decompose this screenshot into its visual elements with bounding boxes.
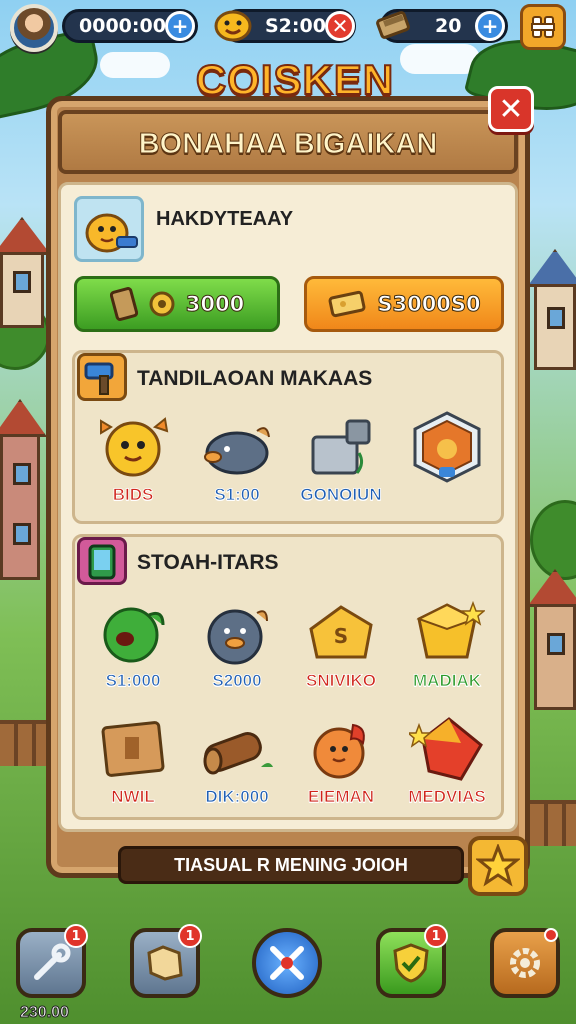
yellow-bird-icon	[95, 413, 171, 481]
add-tickets-button[interactable]: +	[475, 11, 505, 41]
section-second: STOAH-ITARS S1:000 S2000 S SNIVIKO MADIA…	[72, 534, 504, 820]
notification-dot	[544, 928, 558, 942]
item-label: BIDS	[112, 485, 154, 505]
player-avatar[interactable]	[10, 4, 58, 52]
smiley-coin-icon	[213, 4, 253, 49]
section-second-title: STOAH-ITARS	[137, 551, 279, 574]
gold-value: S2:00	[265, 15, 326, 37]
shop-item[interactable]: S1:000	[83, 599, 183, 691]
gold-cube-icon	[409, 599, 487, 667]
tickets-counter: 20 +	[376, 9, 508, 43]
grid-menu-icon[interactable]	[520, 4, 566, 50]
coins-value: 0000:00	[79, 15, 166, 37]
buy-green-button[interactable]: 3000	[74, 276, 280, 332]
header-banner: BONAHAA BIGAIKAN	[58, 110, 518, 174]
add-coins-button[interactable]: +	[165, 11, 195, 41]
buy-orange-label: S3000S0	[377, 292, 481, 317]
item-label: S1:00	[214, 485, 260, 505]
shop-item[interactable]: S SNIVIKO	[291, 599, 391, 691]
item-label: NWIL	[111, 787, 155, 807]
section-first-title: TANDILAOAN MAKAAS	[137, 367, 373, 390]
phone-card-icon	[77, 537, 127, 585]
grey-seal-icon	[199, 413, 275, 481]
green-monster-icon	[95, 599, 171, 667]
shop-item[interactable]: NWIL	[83, 715, 183, 807]
bottom-value: 230.00	[20, 1004, 70, 1022]
shop-item[interactable]: S2000	[187, 599, 287, 691]
footer-text: TIASUAL R MENING JOIOH	[174, 854, 408, 875]
buy-green-label: 3000	[185, 292, 245, 317]
coin-icon	[149, 291, 175, 317]
blue-seal-icon	[199, 599, 275, 667]
remove-gold-button[interactable]: ✕	[325, 11, 355, 41]
shield-check-icon	[393, 943, 429, 983]
cheese-coin-icon: S	[303, 599, 379, 667]
house	[0, 217, 51, 328]
shop-item[interactable]: MEDVIAS	[397, 715, 497, 807]
page-title: COISKEN	[195, 55, 395, 104]
close-icon[interactable]: ✕	[488, 86, 534, 132]
shop-item[interactable]: BIDS	[83, 413, 183, 505]
house	[527, 249, 576, 370]
wrench-icon	[34, 943, 71, 980]
notification-badge: 1	[424, 924, 448, 948]
notification-badge: 1	[178, 924, 202, 948]
item-label: DIK:000	[205, 787, 269, 807]
tree	[530, 500, 576, 580]
red-gem-star-icon	[405, 715, 485, 783]
orange-badge-icon	[409, 409, 485, 483]
shop-item[interactable]: S1:00	[187, 413, 287, 505]
quest-nav-button[interactable]: 1	[376, 924, 448, 998]
log-cannon-icon	[199, 715, 275, 783]
footer-message-bar[interactable]: TIASUAL R MENING JOIOH	[118, 846, 464, 884]
gold-counter: S2:00 ✕	[214, 9, 356, 43]
notification-badge: 1	[64, 924, 88, 948]
shop-item[interactable]: DIK:000	[187, 715, 287, 807]
top-hud: 0000:00 + S2:00 ✕ 20 +	[0, 0, 576, 52]
wooden-crate-icon	[95, 715, 171, 783]
ticket-stack-icon	[375, 6, 413, 47]
shop-item[interactable]	[397, 409, 497, 483]
map-nav-button[interactable]: 1	[130, 924, 202, 998]
gear-icon	[510, 948, 540, 978]
scroll-item-icon	[109, 287, 138, 321]
banner-text: BONAHAA BIGAIKAN	[138, 128, 438, 161]
settings-nav-button[interactable]	[490, 928, 560, 998]
hero-name: HAKDYTEAAY	[156, 208, 294, 230]
map-scroll-icon	[147, 945, 183, 981]
crossed-swords-icon	[270, 946, 304, 980]
svg-text:S: S	[334, 624, 348, 648]
shop-item[interactable]: EIEMAN	[291, 715, 391, 807]
fence	[0, 720, 46, 766]
tools-nav-button[interactable]: 1	[16, 924, 88, 998]
section-first: TANDILAOAN MAKAAS BIDS S1:00 GONOIUN	[72, 350, 504, 524]
item-label: MADIAK	[413, 671, 482, 691]
fence	[530, 800, 576, 846]
item-label: SNIVIKO	[306, 671, 377, 691]
item-label: S1:000	[105, 671, 161, 691]
item-label: EIEMAN	[307, 787, 375, 807]
hammer-tool-icon	[77, 353, 127, 401]
house	[527, 569, 576, 710]
tickets-value: 20	[435, 15, 462, 37]
robot-machine-icon	[303, 413, 379, 481]
item-label: MEDVIAS	[408, 787, 486, 807]
fire-chick-icon	[303, 715, 379, 783]
hero-portrait-icon	[74, 196, 144, 262]
shop-item[interactable]: MADIAK	[397, 599, 497, 691]
battle-nav-button[interactable]	[252, 928, 322, 998]
item-label: GONOIUN	[300, 485, 382, 505]
cheese-ticket-icon	[328, 290, 366, 318]
buy-orange-button[interactable]: S3000S0	[304, 276, 504, 332]
house	[0, 399, 47, 580]
shop-item[interactable]: GONOIUN	[291, 413, 391, 505]
star-icon[interactable]	[468, 836, 528, 896]
coins-counter: 0000:00 +	[62, 9, 198, 43]
item-label: S2000	[212, 671, 262, 691]
